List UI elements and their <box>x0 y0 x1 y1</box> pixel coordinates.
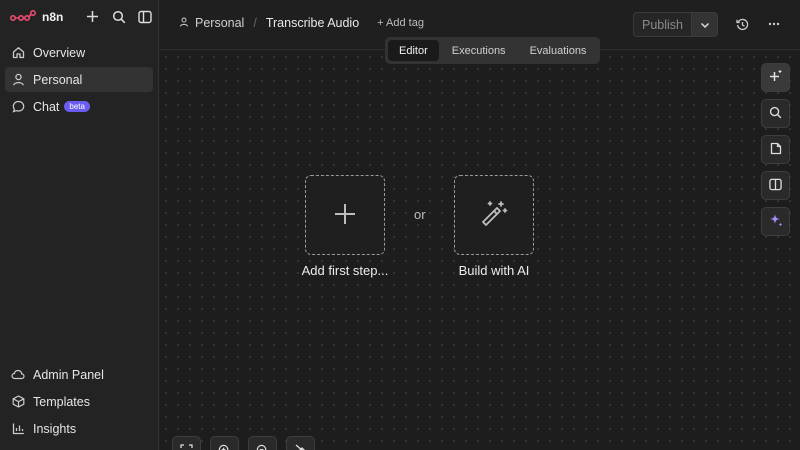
home-icon <box>11 46 25 60</box>
breadcrumb-separator: / <box>253 16 257 30</box>
box-icon <box>11 395 25 409</box>
ai-assistant-button[interactable] <box>761 207 790 236</box>
add-node-button[interactable] <box>761 63 790 92</box>
broom-icon <box>294 444 308 450</box>
bar-chart-icon <box>11 422 25 436</box>
plus-icon[interactable] <box>84 8 101 25</box>
user-icon <box>11 73 25 87</box>
brand[interactable]: n8n <box>9 8 64 26</box>
zoom-out-icon <box>256 444 269 450</box>
fit-view-button[interactable] <box>172 436 201 450</box>
toggle-panel-button[interactable] <box>761 171 790 200</box>
sidebar-item-chat[interactable]: Chat beta <box>5 94 153 119</box>
sidebar: n8n Overview Personal Chat beta Admin Pa… <box>0 0 159 450</box>
sidebar-nav-bottom: Admin Panel Templates Insights <box>5 362 153 443</box>
brand-name: n8n <box>42 10 64 24</box>
fit-view-icon <box>180 444 193 450</box>
user-icon <box>179 16 189 30</box>
panel-icon <box>769 178 782 194</box>
publish-button-group: Publish <box>633 12 718 37</box>
add-first-step-button[interactable] <box>305 175 385 255</box>
search-icon <box>769 106 782 122</box>
sidebar-item-overview[interactable]: Overview <box>5 40 153 65</box>
zoom-out-button[interactable] <box>248 436 277 450</box>
sidebar-item-insights[interactable]: Insights <box>5 416 153 441</box>
sparkle-icon <box>768 212 784 231</box>
build-with-ai-button[interactable] <box>454 175 534 255</box>
magic-wand-icon <box>479 199 509 232</box>
tab-evaluations[interactable]: Evaluations <box>519 40 598 61</box>
sidebar-item-label: Templates <box>33 394 90 409</box>
view-tabs: Editor Executions Evaluations <box>385 37 601 64</box>
sticky-note-button[interactable] <box>761 135 790 164</box>
sidebar-item-label: Personal <box>33 72 83 87</box>
n8n-logo-icon <box>9 9 36 26</box>
sidebar-item-label: Admin Panel <box>33 367 104 382</box>
canvas-right-toolbar <box>761 63 790 236</box>
tab-executions[interactable]: Executions <box>441 40 517 61</box>
search-icon[interactable] <box>110 8 127 25</box>
workflow-title[interactable]: Transcribe Audio <box>266 16 359 30</box>
sidebar-item-label: Chat <box>33 99 60 114</box>
history-icon[interactable] <box>734 16 750 32</box>
chevron-down-icon <box>700 17 710 32</box>
chat-icon <box>11 100 25 114</box>
sidebar-item-label: Insights <box>33 421 77 436</box>
sidebar-item-admin-panel[interactable]: Admin Panel <box>5 362 153 387</box>
cloud-icon <box>11 368 25 382</box>
zoom-in-icon <box>218 444 231 450</box>
add-tag-button[interactable]: + Add tag <box>377 17 424 29</box>
tab-editor[interactable]: Editor <box>388 40 439 61</box>
more-options-icon[interactable] <box>766 16 782 32</box>
sidebar-item-label: Overview <box>33 45 86 60</box>
search-nodes-button[interactable] <box>761 99 790 128</box>
canvas-bottom-toolbar <box>172 436 315 450</box>
beta-badge: beta <box>64 101 90 112</box>
note-icon <box>770 142 782 158</box>
workflow-canvas[interactable]: Add first step... or Build with AI <box>160 51 800 450</box>
sidebar-item-personal[interactable]: Personal <box>5 67 153 92</box>
plus-icon <box>333 202 357 229</box>
zoom-in-button[interactable] <box>210 436 239 450</box>
sidebar-nav-top: Overview Personal Chat beta <box>5 40 153 121</box>
sidebar-toggle-icon[interactable] <box>136 8 153 25</box>
publish-button[interactable]: Publish <box>634 13 692 36</box>
add-first-step-label: Add first step... <box>301 263 389 278</box>
tidy-up-button[interactable] <box>286 436 315 450</box>
plus-sparkle-icon <box>768 69 783 87</box>
build-with-ai-label: Build with AI <box>458 263 530 278</box>
publish-dropdown-button[interactable] <box>692 13 717 36</box>
or-label: or <box>414 207 426 222</box>
sidebar-item-templates[interactable]: Templates <box>5 389 153 414</box>
breadcrumb: Personal / Transcribe Audio + Add tag <box>179 16 424 30</box>
breadcrumb-project[interactable]: Personal <box>195 16 244 30</box>
